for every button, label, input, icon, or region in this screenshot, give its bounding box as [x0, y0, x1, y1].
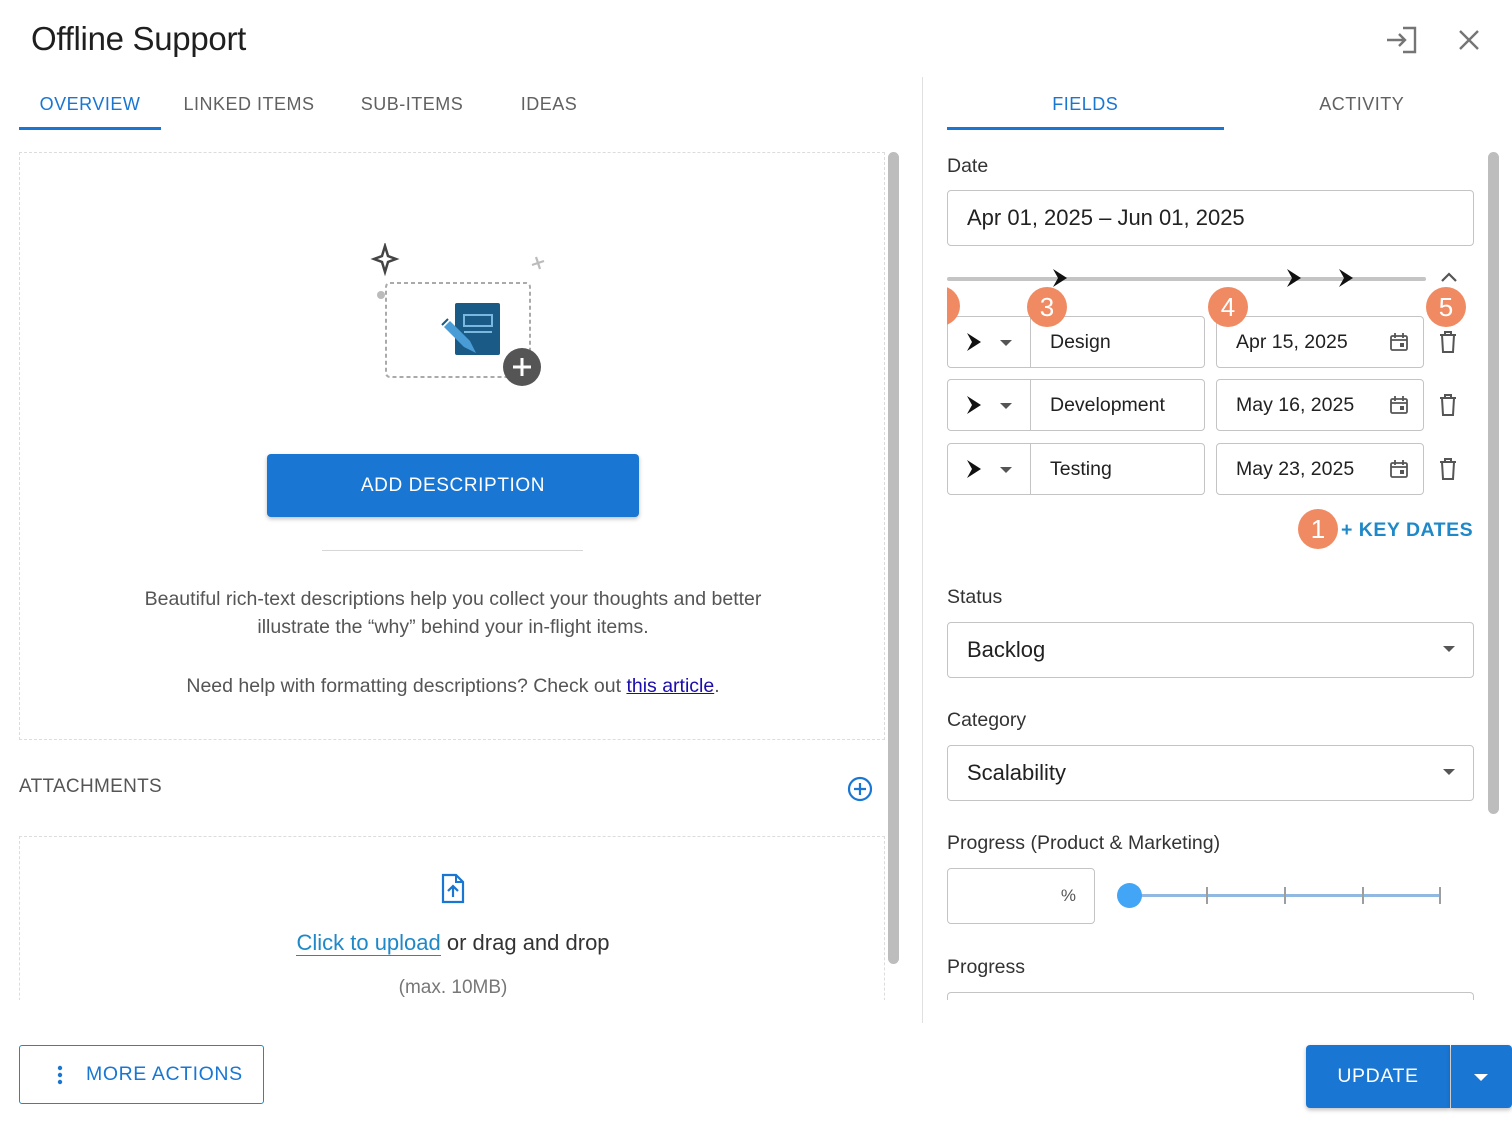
help-prefix: Need help with formatting descriptions? … [186, 675, 627, 697]
key-date-date-input[interactable]: May 16, 2025 [1216, 379, 1424, 431]
more-actions-label: MORE ACTIONS [86, 1063, 243, 1085]
tab-activity[interactable]: ACTIVITY [1224, 78, 1501, 130]
description-area: ADD DESCRIPTION Beautiful rich-text desc… [19, 152, 885, 740]
open-in-panel-icon[interactable] [1384, 22, 1420, 58]
key-date-date-value: May 23, 2025 [1236, 457, 1355, 480]
caret-down-icon [1443, 646, 1455, 652]
caret-down-icon [1443, 769, 1455, 775]
category-value: Scalability [967, 760, 1067, 785]
key-date-row: Development May 16, 2025 [947, 379, 1474, 431]
add-description-button[interactable]: ADD DESCRIPTION [267, 454, 639, 517]
status-select[interactable]: Backlog [947, 622, 1474, 678]
key-date-date-input[interactable]: May 23, 2025 [1216, 443, 1424, 495]
tab-linked-items[interactable]: LINKED ITEMS [161, 78, 337, 130]
slider-tick [1439, 887, 1441, 904]
annotation-badge-1: 1 [1298, 509, 1338, 549]
delete-icon[interactable] [1437, 456, 1459, 482]
description-hint-line1: Beautiful rich-text descriptions help yo… [144, 588, 762, 610]
left-scrollbar[interactable] [888, 152, 899, 964]
tab-sub-items[interactable]: SUB-ITEMS [337, 78, 487, 130]
caret-down-icon [1000, 467, 1012, 473]
timeline-marker-development[interactable] [1285, 268, 1303, 288]
key-date-type-select[interactable] [947, 316, 1031, 368]
progress-pm-label: Progress (Product & Marketing) [947, 832, 1221, 854]
upload-instructions: Click to upload or drag and drop [20, 930, 886, 956]
progress-label: Progress [947, 956, 1026, 978]
key-date-type-select[interactable] [947, 379, 1031, 431]
key-date-date-input[interactable]: Apr 15, 2025 [1216, 316, 1424, 368]
tab-fields[interactable]: FIELDS [947, 78, 1224, 130]
update-button[interactable]: UPDATE [1306, 1045, 1450, 1108]
category-label: Category [947, 709, 1027, 731]
key-date-date-value: Apr 15, 2025 [1236, 330, 1348, 353]
caret-down-icon [1000, 340, 1012, 346]
file-upload-icon [438, 873, 468, 905]
click-to-upload-link[interactable]: Click to upload [296, 930, 441, 956]
key-date-row: Testing May 23, 2025 [947, 443, 1474, 495]
status-value: Backlog [967, 637, 1046, 662]
annotation-badge-4: 4 [1208, 287, 1248, 327]
fields-panel: Date Apr 01, 2025 – Jun 01, 2025 Design … [947, 150, 1477, 1000]
date-label: Date [947, 155, 989, 177]
separator [322, 550, 583, 551]
help-suffix: . [714, 675, 720, 697]
slider-tick [1206, 887, 1208, 904]
upload-max-size: (max. 10MB) [398, 977, 508, 998]
calendar-icon[interactable] [1389, 332, 1409, 352]
update-options-dropdown[interactable] [1451, 1045, 1512, 1108]
upload-suffix: or drag and drop [440, 930, 610, 955]
slider-tick [1284, 887, 1286, 904]
key-date-row: Design Apr 15, 2025 [947, 316, 1474, 368]
annotation-badge-5: 5 [1426, 287, 1466, 327]
overview-panel: ADD DESCRIPTION Beautiful rich-text desc… [19, 152, 887, 1000]
right-scrollbar[interactable] [1488, 152, 1499, 814]
formatting-help: Need help with formatting descriptions? … [20, 675, 886, 698]
add-key-dates-button[interactable]: + KEY DATES [1341, 519, 1473, 542]
calendar-icon[interactable] [1389, 459, 1409, 479]
percent-unit: % [1060, 886, 1076, 905]
more-actions-button[interactable]: MORE ACTIONS [19, 1045, 264, 1104]
progress-field[interactable] [947, 992, 1474, 1000]
description-hint: Beautiful rich-text descriptions help yo… [20, 585, 886, 641]
key-date-name-input[interactable]: Testing [1030, 443, 1205, 495]
delete-icon[interactable] [1437, 329, 1459, 355]
key-date-name-input[interactable]: Development [1030, 379, 1205, 431]
tab-overview[interactable]: OVERVIEW [19, 78, 161, 130]
this-article-link[interactable]: this article [626, 675, 714, 697]
date-range-field[interactable]: Apr 01, 2025 – Jun 01, 2025 [947, 190, 1474, 246]
add-attachment-icon[interactable] [845, 774, 875, 804]
calendar-icon[interactable] [1389, 395, 1409, 415]
key-date-date-value: May 16, 2025 [1236, 393, 1355, 416]
annotation-badge-3: 3 [1027, 287, 1067, 327]
close-icon[interactable] [1451, 22, 1487, 58]
status-label: Status [947, 586, 1003, 608]
page-title: Offline Support [31, 20, 247, 57]
right-tabs: FIELDS ACTIVITY [947, 78, 1500, 130]
left-tabs: OVERVIEW LINKED ITEMS SUB-ITEMS IDEAS [19, 78, 611, 130]
caret-down-icon [1000, 403, 1012, 409]
delete-icon[interactable] [1437, 392, 1459, 418]
progress-pm-input[interactable]: % [947, 868, 1095, 924]
key-date-type-select[interactable] [947, 443, 1031, 495]
sparkle-icon [370, 241, 400, 277]
attachments-label: ATTACHMENTS [19, 776, 162, 797]
progress-pm-slider-thumb[interactable] [1117, 883, 1142, 908]
timeline-marker-testing[interactable] [1337, 268, 1355, 288]
description-hint-line2: illustrate the “why” behind your in-flig… [257, 616, 649, 638]
chevron-up-icon[interactable] [1440, 270, 1458, 284]
upload-dropzone[interactable]: Click to upload or drag and drop (max. 1… [19, 836, 885, 1000]
description-illustration [360, 241, 560, 393]
panel-divider [922, 77, 923, 1023]
category-select[interactable]: Scalability [947, 745, 1474, 801]
timeline-marker-design[interactable] [1051, 268, 1069, 288]
tab-ideas[interactable]: IDEAS [487, 78, 611, 130]
caret-down-icon [1474, 1074, 1488, 1081]
slider-tick [1362, 887, 1364, 904]
